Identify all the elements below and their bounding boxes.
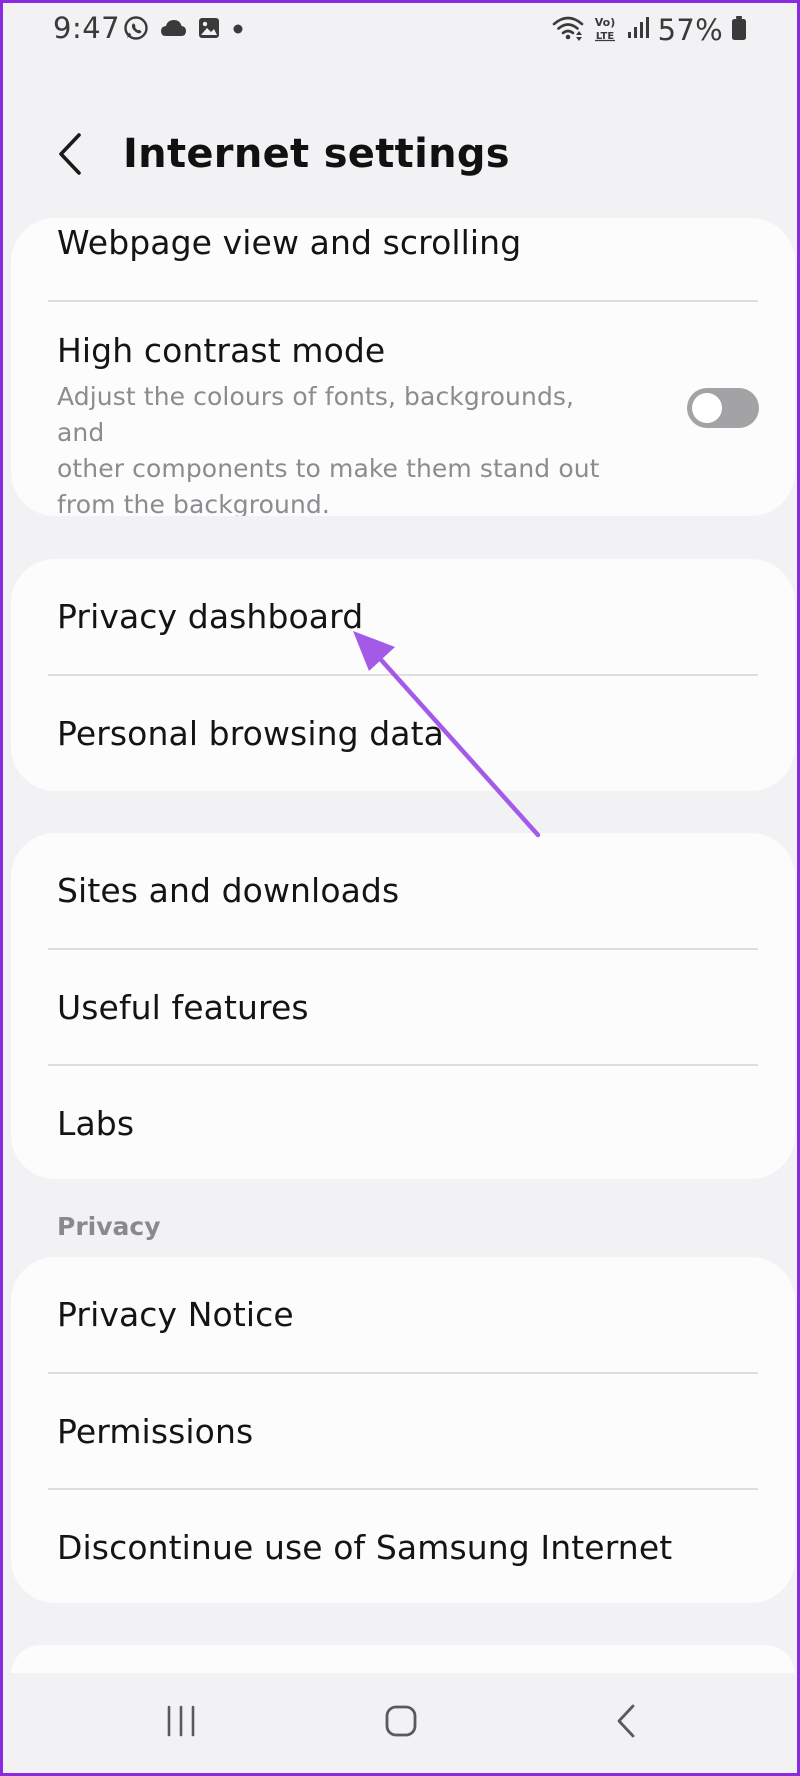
- list-item-discontinue-samsung-internet[interactable]: Discontinue use of Samsung Internet: [11, 1490, 795, 1603]
- gallery-icon: [197, 16, 221, 44]
- whatsapp-icon: [123, 15, 149, 45]
- item-label: Labs: [57, 1104, 135, 1143]
- item-label: Discontinue use of Samsung Internet: [57, 1528, 673, 1567]
- phone-screen: 9:47 Vo) LTE 57% Internet settings Webpa…: [0, 0, 800, 1776]
- item-label: Privacy dashboard: [57, 597, 364, 636]
- settings-group-privacy-data: Privacy dashboard Personal browsing data: [11, 559, 795, 791]
- battery-icon: [731, 15, 747, 45]
- list-item-sites-and-downloads[interactable]: Sites and downloads: [11, 833, 795, 949]
- list-item-permissions[interactable]: Permissions: [11, 1374, 795, 1488]
- item-label: Sites and downloads: [57, 871, 400, 910]
- item-label: Personal browsing data: [57, 714, 444, 753]
- item-label: Privacy Notice: [57, 1295, 294, 1334]
- settings-group-display: Webpage view and scrolling High contrast…: [11, 218, 795, 516]
- item-label: Permissions: [57, 1412, 254, 1451]
- item-description: Adjust the colours of fonts, backgrounds…: [57, 379, 627, 516]
- volte-icon: Vo) LTE: [592, 14, 618, 46]
- item-label: Webpage view and scrolling: [57, 223, 522, 262]
- list-item-high-contrast-mode[interactable]: High contrast mode Adjust the colours of…: [11, 303, 795, 516]
- description-line: other components to make them stand out: [57, 454, 600, 483]
- list-item-useful-features[interactable]: Useful features: [11, 950, 795, 1064]
- description-line: Adjust the colours of fonts, backgrounds…: [57, 382, 575, 447]
- list-item-webpage-view[interactable]: Webpage view and scrolling: [11, 218, 795, 303]
- svg-text:Vo): Vo): [594, 16, 615, 29]
- item-label: High contrast mode: [57, 331, 386, 370]
- wifi-icon: [552, 15, 584, 45]
- app-header: Internet settings: [3, 113, 797, 193]
- home-icon[interactable]: [383, 1703, 419, 1743]
- list-item-privacy-notice[interactable]: Privacy Notice: [11, 1257, 795, 1373]
- toggle-knob: [692, 393, 722, 423]
- chevron-left-icon[interactable]: [53, 131, 87, 177]
- list-item-labs[interactable]: Labs: [11, 1066, 795, 1179]
- back-icon[interactable]: [609, 1703, 645, 1743]
- description-line: from the background.: [57, 490, 330, 516]
- status-bar: 9:47 Vo) LTE 57%: [3, 3, 797, 59]
- high-contrast-toggle[interactable]: [687, 388, 759, 428]
- dot-icon: [231, 21, 245, 40]
- notification-icons: [123, 15, 245, 45]
- cloud-icon: [159, 17, 187, 43]
- settings-group-general: Sites and downloads Useful features Labs: [11, 833, 795, 1179]
- item-label: Useful features: [57, 988, 309, 1027]
- section-header-privacy: Privacy: [57, 1212, 161, 1241]
- navigation-bar: [3, 1673, 797, 1773]
- signal-icon: [626, 16, 650, 44]
- settings-group-privacy: Privacy Notice Permissions Discontinue u…: [11, 1257, 795, 1603]
- status-time: 9:47: [53, 11, 121, 45]
- battery-percent: 57%: [657, 13, 723, 47]
- divider: [48, 300, 758, 302]
- system-icons: Vo) LTE 57%: [552, 13, 747, 47]
- recent-apps-icon[interactable]: [163, 1703, 199, 1743]
- page-title: Internet settings: [123, 131, 510, 177]
- list-item-privacy-dashboard[interactable]: Privacy dashboard: [11, 559, 795, 675]
- list-item-personal-browsing-data[interactable]: Personal browsing data: [11, 676, 795, 791]
